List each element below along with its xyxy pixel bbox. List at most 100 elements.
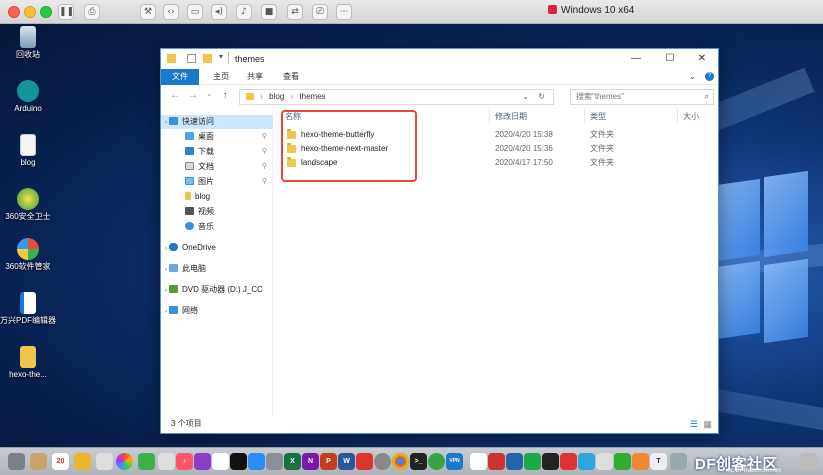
column-header-date[interactable]: 修改日期 xyxy=(495,111,527,122)
pin-icon[interactable]: ⚲ xyxy=(262,130,267,144)
wrench-icon[interactable]: ⚒ xyxy=(140,4,156,20)
pause-icon[interactable]: ❚❚ xyxy=(58,4,74,20)
recent-dropdown-icon[interactable]: ⌄ xyxy=(203,90,215,98)
column-header-type[interactable]: 类型 xyxy=(590,111,606,122)
speaker-icon[interactable]: ◂) xyxy=(211,4,227,20)
sidebar-item-downloads[interactable]: 下载 ⚲ xyxy=(161,145,273,159)
podcasts-icon[interactable] xyxy=(194,453,211,470)
sidebar-item-onedrive[interactable]: › OneDrive xyxy=(161,241,273,255)
snapshot-icon[interactable]: ⎙ xyxy=(84,4,100,20)
onenote-icon[interactable]: N xyxy=(302,453,319,470)
fullscreen-window-button[interactable] xyxy=(40,6,52,18)
maximize-button[interactable]: ☐ xyxy=(655,52,685,66)
typora-icon[interactable]: T xyxy=(650,453,667,470)
vpn-icon[interactable]: VPN xyxy=(446,453,463,470)
pin-icon[interactable]: ⚲ xyxy=(262,145,267,159)
sidebar-item-blog[interactable]: blog xyxy=(161,190,273,204)
finder-icon[interactable] xyxy=(8,453,25,470)
sidebar-item-videos[interactable]: 视频 xyxy=(161,205,273,219)
expand-arrow-icon[interactable]: › xyxy=(165,288,167,294)
expand-arrow-icon[interactable]: › xyxy=(165,267,167,273)
notes-icon[interactable] xyxy=(30,453,47,470)
sidebar-item-dvd-drive[interactable]: › DVD 驱动器 (D:) J_CC xyxy=(161,283,273,297)
desktop-icon-360-software[interactable]: 360软件管家 xyxy=(0,238,56,272)
code-editor-icon[interactable] xyxy=(542,453,559,470)
downloads-stack-icon[interactable] xyxy=(670,453,687,470)
close-window-button[interactable] xyxy=(8,6,20,18)
column-header-size[interactable]: 大小 xyxy=(683,111,699,122)
sidebar-item-documents[interactable]: 文档 ⚲ xyxy=(161,160,273,174)
news-icon[interactable] xyxy=(212,453,229,470)
sidebar-item-desktop[interactable]: 桌面 ⚲ xyxy=(161,130,273,144)
refresh-icon[interactable]: ↻ xyxy=(538,90,545,104)
printer-icon[interactable]: ⎚ xyxy=(312,4,328,20)
word-icon[interactable]: W xyxy=(338,453,355,470)
forward-icon[interactable]: → xyxy=(187,90,199,101)
column-divider[interactable] xyxy=(584,109,585,123)
tv-icon[interactable] xyxy=(230,453,247,470)
messages-icon[interactable] xyxy=(614,453,631,470)
close-button[interactable]: ✕ xyxy=(687,52,717,66)
desktop-icon-pdf-editor[interactable]: 万兴PDF编辑器 xyxy=(0,292,56,326)
address-dropdown-icon[interactable]: ⌄ xyxy=(522,90,529,104)
desktop-icon-hexo-theme[interactable]: hexo-the... xyxy=(0,346,56,380)
camera-app-icon[interactable] xyxy=(374,453,391,470)
parallels-dock-icon[interactable] xyxy=(488,453,505,470)
tab-file[interactable]: 文件 xyxy=(161,69,199,85)
weibo-icon[interactable] xyxy=(578,453,595,470)
breadcrumb-blog[interactable]: blog xyxy=(269,92,284,101)
up-icon[interactable]: ↑ xyxy=(219,90,231,101)
expand-arrow-icon[interactable]: › xyxy=(165,309,167,315)
camera-icon[interactable]: ■ xyxy=(261,4,277,20)
powerpoint-icon[interactable]: P xyxy=(320,453,337,470)
system-preferences-icon[interactable] xyxy=(266,453,283,470)
sidebar-item-pictures[interactable]: 图片 ⚲ xyxy=(161,175,273,189)
network-app-icon[interactable] xyxy=(506,453,523,470)
sidebar-item-music[interactable]: 音乐 xyxy=(161,220,273,234)
baidu-netdisk-icon[interactable] xyxy=(470,453,487,470)
back-icon[interactable]: ← xyxy=(169,90,181,101)
breadcrumb-themes[interactable]: themes xyxy=(299,92,325,101)
search-input[interactable]: 搜索"themes" ⌕ xyxy=(570,89,714,105)
code-icon[interactable]: ‹› xyxy=(163,4,179,20)
tab-share[interactable]: 共享 xyxy=(239,69,271,85)
expand-arrow-icon[interactable]: › xyxy=(165,120,167,126)
sidebar-item-quick-access[interactable]: › 快速访问 xyxy=(161,115,273,129)
usb-icon[interactable]: ⇄ xyxy=(287,4,303,20)
ribbon-expand-icon[interactable]: ⌄ xyxy=(689,72,696,81)
photos-icon[interactable] xyxy=(116,453,133,470)
wechat-icon[interactable] xyxy=(524,453,541,470)
tab-home[interactable]: 主页 xyxy=(205,69,237,85)
desktop-icon-recycle-bin[interactable]: 回收站 xyxy=(0,26,56,60)
terminal-icon[interactable]: >_ xyxy=(410,453,427,470)
minimize-window-button[interactable] xyxy=(24,6,36,18)
quick-access-dropdown-icon[interactable]: ▾ xyxy=(219,52,223,61)
desktop-icon-blog[interactable]: blog xyxy=(0,134,56,168)
stickies-icon[interactable] xyxy=(74,453,91,470)
chrome-icon[interactable] xyxy=(392,453,409,470)
desktop-icon-arduino[interactable]: Arduino xyxy=(0,80,56,114)
properties-icon[interactable] xyxy=(187,54,196,63)
music-app-icon[interactable]: ♪ xyxy=(176,453,193,470)
details-view-icon[interactable]: ☰ xyxy=(690,419,698,429)
pin-icon[interactable]: ⚲ xyxy=(262,175,267,189)
video-app-icon[interactable] xyxy=(560,453,577,470)
office-icon[interactable] xyxy=(632,453,649,470)
expand-arrow-icon[interactable]: › xyxy=(165,246,167,252)
large-icons-view-icon[interactable]: ▦ xyxy=(703,419,712,429)
mail-icon[interactable] xyxy=(356,453,373,470)
facetime-icon[interactable] xyxy=(138,453,155,470)
desktop-icon-360-safe[interactable]: 360安全卫士 xyxy=(0,188,56,222)
share-icon[interactable]: ⋯ xyxy=(336,4,352,20)
hard-disk-icon[interactable]: ▭ xyxy=(187,4,203,20)
new-folder-icon[interactable] xyxy=(203,54,212,63)
excel-icon[interactable]: X xyxy=(284,453,301,470)
trash-icon[interactable] xyxy=(800,453,817,470)
app-store-dock-icon[interactable] xyxy=(248,453,265,470)
address-bar[interactable]: › blog › themes ⌄ ↻ xyxy=(239,89,554,105)
minimize-button[interactable]: — xyxy=(621,52,651,66)
reminders-icon[interactable] xyxy=(96,453,113,470)
maps-icon[interactable] xyxy=(158,453,175,470)
sidebar-item-network[interactable]: › 网络 xyxy=(161,304,273,318)
tab-view[interactable]: 查看 xyxy=(275,69,307,85)
